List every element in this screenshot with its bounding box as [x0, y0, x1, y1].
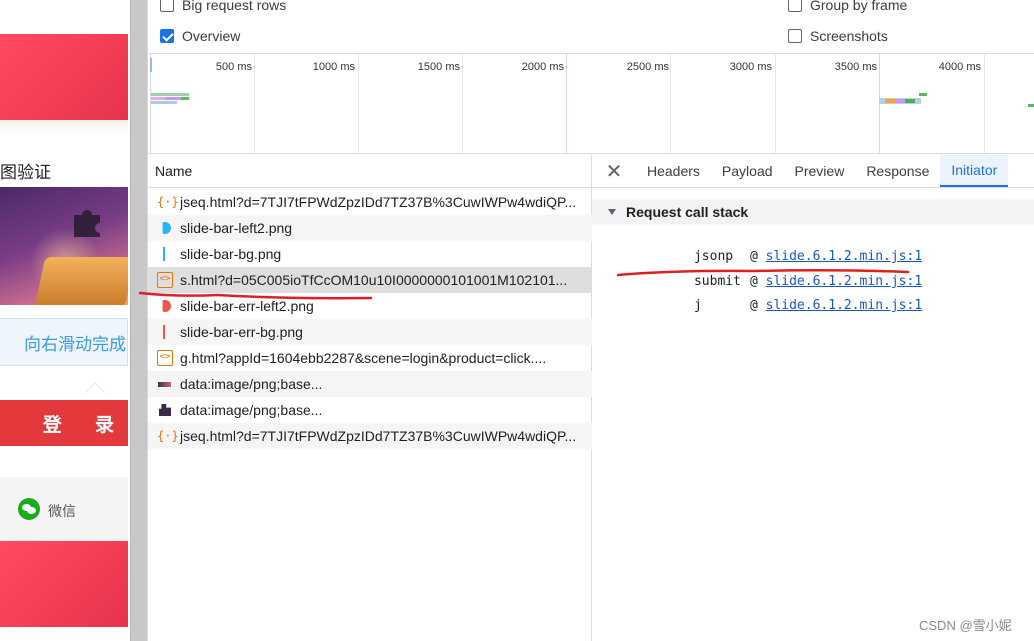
- tooltip-notch: [85, 382, 105, 402]
- detail-tab-bar: ✕ Headers Payload Preview Response Initi…: [592, 155, 1034, 188]
- banner-shadow: [0, 120, 128, 134]
- panel-splitter[interactable]: [130, 0, 148, 641]
- timeline-tick-label: 4000 ms: [938, 61, 981, 73]
- image-blue-bar-icon: [157, 246, 173, 262]
- overview-label: Overview: [182, 28, 241, 44]
- timeline-request-bar: [885, 99, 895, 103]
- image-piece-icon: [157, 402, 173, 418]
- request-row[interactable]: <> g.html?appId=1604ebb2287&scene=login&…: [148, 345, 592, 371]
- annotation-underline-request: [138, 291, 373, 300]
- call-stack-frame: j @ slide.6.1.2.min.js:1: [647, 283, 922, 328]
- bottom-banner: [0, 541, 128, 627]
- wechat-icon[interactable]: [18, 498, 40, 520]
- big-request-rows-option[interactable]: Big request rows: [160, 0, 286, 13]
- timeline-tick-label: 2500 ms: [626, 61, 669, 73]
- captcha-image: [0, 187, 128, 305]
- tab-initiator[interactable]: Initiator: [940, 155, 1009, 187]
- timeline-request-bar: [151, 101, 177, 104]
- timeline-gridline: [879, 54, 880, 153]
- timeline-request-bar: [151, 97, 165, 100]
- request-list: Name {·} jseq.html?d=7TJI7tFPWdZpzIDd7TZ…: [148, 155, 592, 641]
- group-by-frame-label: Group by frame: [810, 0, 908, 13]
- wechat-label[interactable]: 微信: [48, 501, 76, 521]
- screenshots-label: Screenshots: [810, 28, 888, 44]
- request-row[interactable]: {·} jseq.html?d=7TJI7tFPWdZpzIDd7TZ37B%3…: [148, 189, 592, 215]
- request-name: slide-bar-err-bg.png: [180, 324, 303, 340]
- web-page-preview: 图验证 向右滑动完成 登 录 微信: [0, 0, 130, 641]
- timeline-request-bar: [895, 99, 905, 103]
- timeline-tick-label: 3500 ms: [834, 61, 877, 73]
- screenshots-checkbox[interactable]: [788, 29, 802, 43]
- timeline-tick-label: 1500 ms: [417, 61, 460, 73]
- timeline-tick-label: 500 ms: [215, 61, 252, 73]
- image-red-bar-icon: [157, 324, 173, 340]
- timeline-gridline: [775, 54, 776, 153]
- watermark: CSDN @雪小妮: [919, 618, 1012, 633]
- network-overview-timeline[interactable]: 500 ms 1000 ms 1500 ms 2000 ms 2500 ms 3…: [148, 53, 1034, 154]
- request-row[interactable]: slide-bar-bg.png: [148, 241, 592, 267]
- timeline-gridline: [670, 54, 671, 153]
- timeline-request-bar: [919, 93, 927, 96]
- frame-at: @: [749, 298, 758, 313]
- tab-response[interactable]: Response: [855, 155, 940, 187]
- overview-option[interactable]: Overview: [160, 28, 240, 44]
- request-name: g.html?appId=1604ebb2287&scene=login&pro…: [180, 350, 547, 366]
- tab-preview[interactable]: Preview: [784, 155, 856, 187]
- captcha-rock: [34, 257, 128, 305]
- close-icon[interactable]: ✕: [592, 155, 636, 187]
- request-row[interactable]: data:image/png;base...: [148, 397, 592, 423]
- document-icon: <>: [157, 350, 173, 366]
- overview-checkbox[interactable]: [160, 29, 174, 43]
- request-row[interactable]: data:image/png;base...: [148, 371, 592, 397]
- timeline-tick-label: 1000 ms: [312, 61, 355, 73]
- annotation-underline-submit: [616, 268, 910, 277]
- request-name: slide-bar-left2.png: [180, 220, 293, 236]
- request-row[interactable]: slide-bar-err-bg.png: [148, 319, 592, 345]
- timeline-gridline: [462, 54, 463, 153]
- request-name: jseq.html?d=7TJI7tFPWdZpzIDd7TZ37B%3CuwI…: [180, 428, 577, 444]
- frame-source-link[interactable]: slide.6.1.2.min.js:1: [766, 298, 923, 313]
- group-by-frame-checkbox[interactable]: [788, 0, 802, 12]
- triangle-down-icon[interactable]: [608, 209, 616, 215]
- image-strip-icon: [157, 376, 173, 392]
- curly-icon: {·}: [157, 429, 179, 443]
- login-button[interactable]: 登 录: [0, 400, 128, 446]
- request-name: data:image/png;base...: [180, 402, 323, 418]
- timeline-tick-label: 2000 ms: [521, 61, 564, 73]
- screenshots-option[interactable]: Screenshots: [788, 28, 888, 44]
- big-request-rows-checkbox[interactable]: [160, 0, 174, 12]
- timeline-gridline: [358, 54, 359, 153]
- timeline-request-bar: [181, 97, 189, 100]
- tab-headers[interactable]: Headers: [636, 155, 711, 187]
- timeline-gridline: [984, 54, 985, 153]
- request-name: jseq.html?d=7TJI7tFPWdZpzIDd7TZ37B%3CuwI…: [180, 194, 577, 210]
- image-blue-circle-icon: [157, 220, 173, 236]
- timeline-handle[interactable]: [150, 58, 152, 72]
- request-detail-panel: ✕ Headers Payload Preview Response Initi…: [592, 155, 1034, 641]
- name-column-header[interactable]: Name: [148, 155, 592, 188]
- call-stack-title: Request call stack: [626, 204, 749, 220]
- timeline-gridline: [566, 54, 567, 153]
- tab-payload[interactable]: Payload: [711, 155, 784, 187]
- timeline-gridline: [254, 54, 255, 153]
- timeline-request-bar: [165, 97, 181, 100]
- slider-hint: 向右滑动完成: [24, 335, 126, 354]
- curly-icon: {·}: [157, 195, 179, 209]
- frame-function: j: [693, 298, 702, 313]
- request-name: data:image/png;base...: [180, 376, 323, 392]
- group-by-frame-option[interactable]: Group by frame: [788, 0, 907, 13]
- captcha-title: 图验证: [0, 163, 51, 182]
- timeline-request-bar: [151, 93, 189, 96]
- timeline-request-bar: [905, 99, 915, 103]
- request-row[interactable]: slide-bar-left2.png: [148, 215, 592, 241]
- puzzle-piece-icon[interactable]: [70, 205, 104, 239]
- big-request-rows-label: Big request rows: [182, 0, 287, 13]
- top-banner: [0, 34, 128, 120]
- request-row[interactable]: {·} jseq.html?d=7TJI7tFPWdZpzIDd7TZ37B%3…: [148, 423, 592, 449]
- devtools-network-panel: Big request rows Group by frame Overview…: [148, 0, 1034, 641]
- request-name: slide-bar-bg.png: [180, 246, 282, 262]
- timeline-request-bar: [1028, 104, 1034, 107]
- timeline-tick-label: 3000 ms: [729, 61, 772, 73]
- call-stack-section-header[interactable]: Request call stack: [592, 199, 1034, 225]
